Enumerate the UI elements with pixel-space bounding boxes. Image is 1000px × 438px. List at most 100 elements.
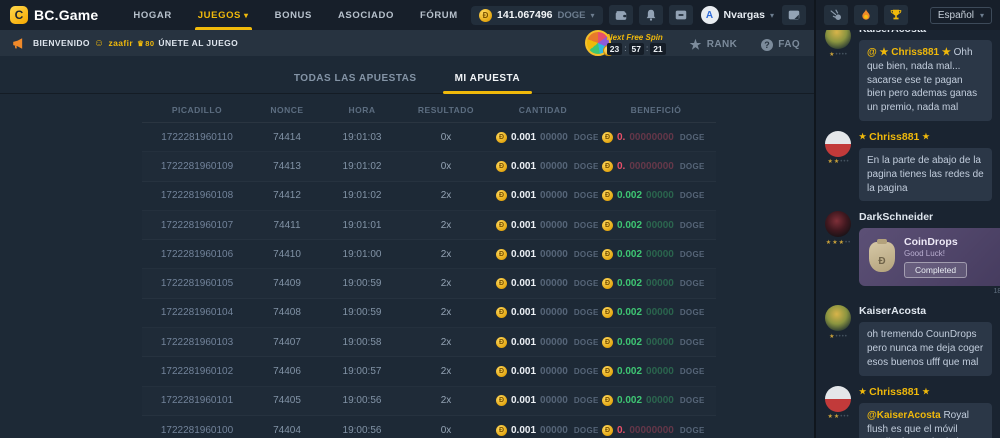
balance-amount: 141.067496 xyxy=(497,9,552,21)
crown-icon: ♛ xyxy=(137,39,144,48)
bet-profit-currency: DOGE xyxy=(680,396,705,405)
tournament-button[interactable] xyxy=(884,5,908,25)
coindrop-fire-button[interactable] xyxy=(854,5,878,25)
rank-button[interactable]: ★ RANK xyxy=(690,32,738,51)
mention-link[interactable]: @ ★ Chriss881 ★ xyxy=(867,47,951,58)
bet-result: 2x xyxy=(402,395,490,406)
bet-amount: Đ0.00100000DOGE xyxy=(490,190,596,201)
chat-username[interactable]: DarkSchneider xyxy=(859,211,992,223)
doge-coin-icon: Đ xyxy=(496,190,507,201)
user-level-stars: ★•••• xyxy=(829,333,847,340)
bet-amount: Đ0.00100000DOGE xyxy=(490,366,596,377)
chat-message-left: ★★••• xyxy=(824,131,852,201)
chat-username[interactable]: ★Chriss881★ xyxy=(859,131,992,143)
bet-profit: Đ0.00000000DOGE xyxy=(596,161,716,172)
bet-profit-padding: 00000000 xyxy=(629,425,674,436)
notifications-button[interactable] xyxy=(639,5,663,25)
coindrop-gray-button[interactable] xyxy=(824,5,848,25)
trophy-icon xyxy=(889,8,903,22)
nav-item-bonus[interactable]: BONUS xyxy=(262,0,325,30)
dot-icon: • xyxy=(846,159,848,165)
bet-profit: Đ0.00200000DOGE xyxy=(596,278,716,289)
balance-selector[interactable]: Đ 141.067496 DOGE ▾ xyxy=(471,6,602,25)
chat-username[interactable]: KaiserAcosta xyxy=(859,305,992,317)
col-header-nonce: NONCE xyxy=(252,105,322,115)
user-menu[interactable]: A Nvargas ▾ xyxy=(701,6,774,24)
mention-link[interactable]: @KaiserAcosta xyxy=(867,410,941,421)
chat-toggle-button[interactable] xyxy=(782,5,806,25)
bet-profit-currency: DOGE xyxy=(680,162,705,171)
dot-icon: • xyxy=(842,52,844,58)
completed-button[interactable]: Completed xyxy=(904,262,967,278)
nav-item-hogar[interactable]: HOGAR xyxy=(120,0,184,30)
nav-item-fórum[interactable]: FÓRUM xyxy=(407,0,471,30)
bet-profit-padding: 00000 xyxy=(646,395,674,406)
bet-hash: 1722281960108 xyxy=(142,190,252,201)
table-row[interactable]: 17222819601057440919:00:592xĐ0.00100000D… xyxy=(142,269,716,298)
col-header-hash: PICADILLO xyxy=(142,105,252,115)
table-row[interactable]: 17222819601067441019:01:002xĐ0.00100000D… xyxy=(142,240,716,269)
star-icon: ★ xyxy=(832,240,837,246)
dot-icon: • xyxy=(845,240,847,246)
table-row[interactable]: 17222819601107441419:01:030xĐ0.00100000D… xyxy=(142,123,716,152)
bet-profit-currency: DOGE xyxy=(680,308,705,317)
vault-button[interactable] xyxy=(669,5,693,25)
chat-message-body: ★Chriss881★En la parte de abajo de la pa… xyxy=(859,131,992,201)
faq-button[interactable]: ? FAQ xyxy=(761,33,800,51)
table-row[interactable]: 17222819601087441219:01:022xĐ0.00100000D… xyxy=(142,182,716,211)
language-selector[interactable]: Español ▾ xyxy=(930,7,992,24)
bet-amount-value: 0.001 xyxy=(511,395,536,406)
avatar[interactable] xyxy=(825,131,851,157)
table-row[interactable]: 17222819601027440619:00:572xĐ0.00100000D… xyxy=(142,357,716,386)
bet-amount-currency: DOGE xyxy=(574,279,599,288)
bet-profit-padding: 00000000 xyxy=(629,132,674,143)
flame-icon xyxy=(859,8,873,22)
emoji-icon: ☺ xyxy=(94,38,105,49)
brand-logo[interactable]: C BC.Game xyxy=(10,6,98,24)
wallet-icon xyxy=(614,8,628,22)
bet-amount: Đ0.00100000DOGE xyxy=(490,425,596,436)
chat-bubble: oh tremendo CounDrops pero nunca me deja… xyxy=(859,322,992,375)
level-badge: ♛ 80 xyxy=(137,39,154,48)
chat-message-body: KaiserAcosta oh tremendo CounDrops pero n… xyxy=(859,305,992,375)
primary-nav: HOGARJUEGOS▾BONUSASOCIADOFÓRUM xyxy=(120,0,470,30)
avatar[interactable] xyxy=(825,211,851,237)
announcement-text: BIENVENIDO ☺ zaafir ♛ 80 ÚNETE AL JUEGO xyxy=(33,38,238,49)
chat-username[interactable]: ★Chriss881★ xyxy=(859,386,992,398)
avatar[interactable] xyxy=(825,30,851,49)
vault-icon xyxy=(674,8,688,22)
avatar[interactable] xyxy=(825,305,851,331)
wallet-button[interactable] xyxy=(609,5,633,25)
table-row[interactable]: 17222819601037440719:00:582xĐ0.00100000D… xyxy=(142,328,716,357)
avatar[interactable] xyxy=(825,386,851,412)
star-icon: ★ xyxy=(839,240,844,246)
nav-item-asociado[interactable]: ASOCIADO xyxy=(325,0,407,30)
table-row[interactable]: 17222819601047440819:00:592xĐ0.00100000D… xyxy=(142,299,716,328)
table-row[interactable]: 17222819601097441319:01:020xĐ0.00100000D… xyxy=(142,152,716,181)
bet-profit-value: 0. xyxy=(617,132,625,143)
nav-item-juegos[interactable]: JUEGOS▾ xyxy=(185,0,262,30)
bet-profit-padding: 00000 xyxy=(646,278,674,289)
table-row[interactable]: 17222819601007440419:00:560xĐ0.00100000D… xyxy=(142,416,716,438)
chat-message-left: ★★••• xyxy=(824,386,852,438)
chat-username[interactable]: KaiserAcosta xyxy=(859,30,992,35)
bet-amount-value: 0.001 xyxy=(511,132,536,143)
bet-profit-padding: 00000 xyxy=(646,220,674,231)
bet-hash: 1722281960106 xyxy=(142,249,252,260)
table-row[interactable]: 17222819601077441119:01:012xĐ0.00100000D… xyxy=(142,211,716,240)
table-row[interactable]: 17222819601017440519:00:562xĐ0.00100000D… xyxy=(142,387,716,416)
bet-amount-padding: 00000 xyxy=(540,278,568,289)
tab-my-bets[interactable]: MI APUESTA xyxy=(449,67,527,93)
bet-profit-padding: 00000 xyxy=(646,249,674,260)
doge-coin-icon: Đ xyxy=(602,249,613,260)
bet-time: 19:00:56 xyxy=(322,395,402,406)
chat-toggle-icon xyxy=(787,8,801,22)
bet-profit-padding: 00000 xyxy=(646,337,674,348)
tab-all-bets[interactable]: TODAS LAS APUESTAS xyxy=(288,67,423,93)
announcement-username[interactable]: zaafir xyxy=(109,38,134,48)
timer-separator: : xyxy=(624,44,626,53)
bet-profit-padding: 00000 xyxy=(646,190,674,201)
star-icon: ★ xyxy=(834,414,839,420)
main-column: C BC.Game HOGARJUEGOS▾BONUSASOCIADOFÓRUM… xyxy=(0,0,814,438)
bet-nonce: 74409 xyxy=(252,278,322,289)
